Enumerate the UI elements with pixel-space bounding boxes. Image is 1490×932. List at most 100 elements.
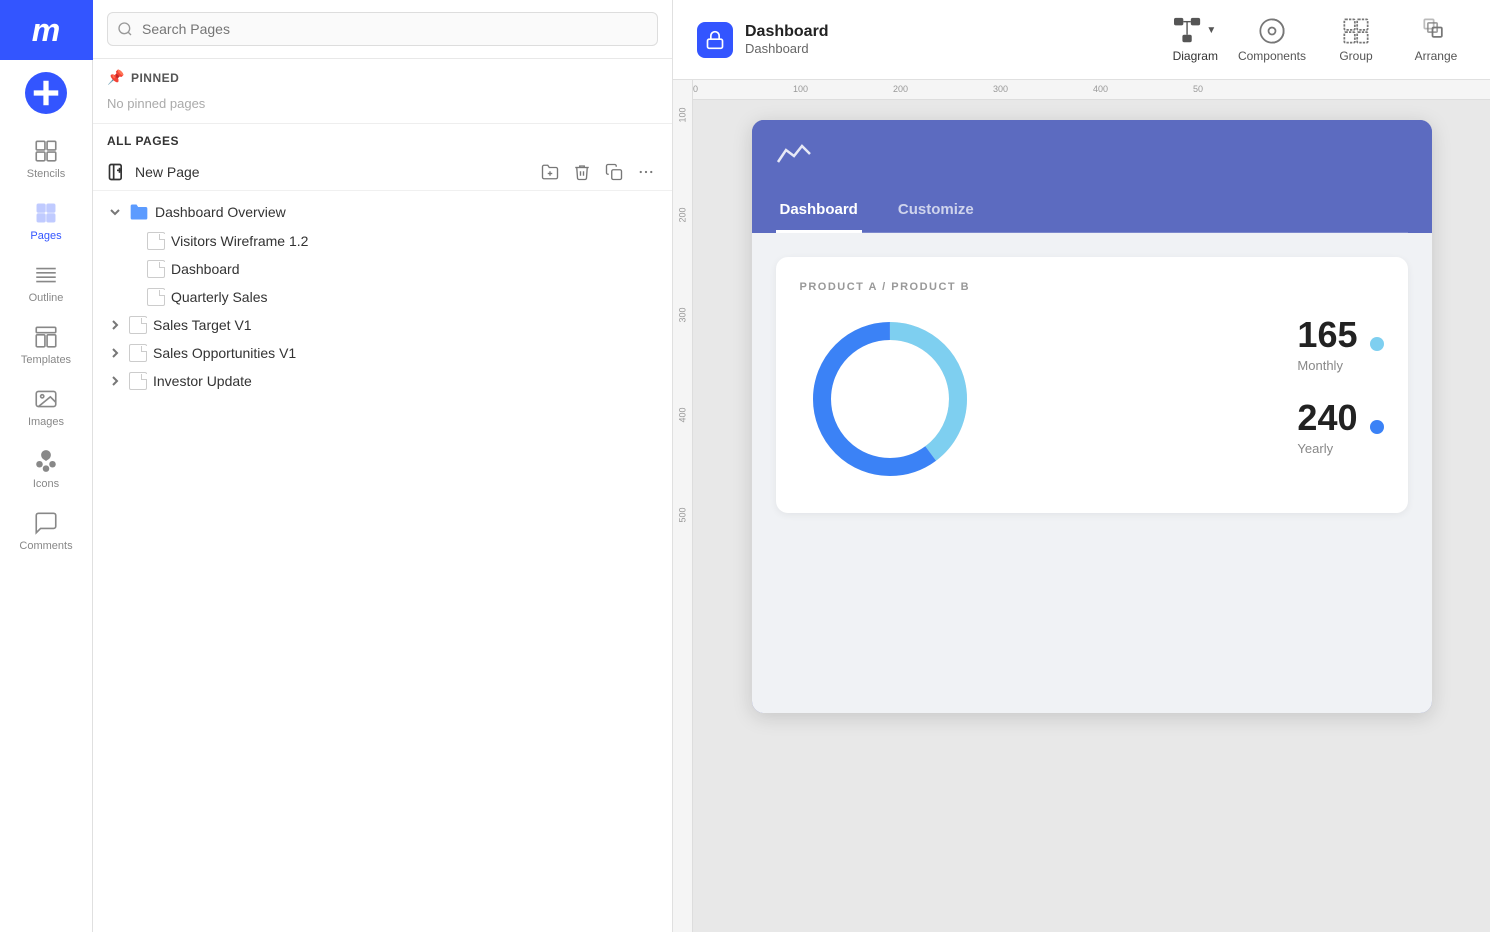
pages-icon xyxy=(33,200,59,226)
more-icon xyxy=(637,163,655,181)
pinned-label: PINNED xyxy=(131,71,179,85)
tree-item-quarterly-sales[interactable]: Quarterly Sales xyxy=(133,283,672,311)
product-card: PRODUCT A / PRODUCT B xyxy=(776,257,1408,513)
folder-icon xyxy=(129,202,149,222)
sidebar-item-stencils-label: Stencils xyxy=(27,168,66,180)
page-title: Dashboard xyxy=(745,23,829,41)
add-button[interactable] xyxy=(25,72,67,114)
ruler-tick-400: 400 xyxy=(1093,84,1108,94)
group-icon xyxy=(1342,17,1370,45)
toolbar-components[interactable]: Components xyxy=(1238,17,1306,63)
delete-button[interactable] xyxy=(570,160,594,184)
toolbar-diagram[interactable]: ▼ Diagram xyxy=(1173,17,1218,63)
ruler-tick-300: 300 xyxy=(993,84,1008,94)
stat-dot-monthly xyxy=(1370,337,1384,351)
add-folder-button[interactable] xyxy=(538,160,562,184)
stat-yearly-value: 240 xyxy=(1297,397,1357,439)
toolbar-components-label: Components xyxy=(1238,49,1306,63)
sidebar-item-pages[interactable]: Pages xyxy=(0,188,92,250)
comments-icon xyxy=(33,510,59,536)
sidebar-item-icons-label: Icons xyxy=(33,478,59,490)
sidebar-item-templates-label: Templates xyxy=(21,354,71,366)
ruler-tick-0: 0 xyxy=(693,84,698,94)
ruler-tick-vert-500: 500 xyxy=(678,507,688,522)
chevron-down-icon xyxy=(107,204,123,220)
icons-icon xyxy=(33,448,59,474)
title-stack: Dashboard Dashboard xyxy=(745,23,829,56)
sidebar-item-images[interactable]: Images xyxy=(0,374,92,436)
stat-dot-yearly xyxy=(1370,420,1384,434)
diagram-icon-row: ▼ xyxy=(1174,17,1216,45)
new-page-actions xyxy=(538,160,658,184)
sidebar-item-outline-label: Outline xyxy=(29,292,64,304)
canvas-inner: Dashboard Customize PRODUCT A / PRODUCT … xyxy=(693,100,1490,932)
no-pinned-text: No pinned pages xyxy=(107,92,658,117)
sidebar-item-comments[interactable]: Comments xyxy=(0,498,92,560)
page-icon xyxy=(129,372,147,390)
sidebar-item-icons[interactable]: Icons xyxy=(0,436,92,498)
icon-bar: m Stencils Pages Outline xyxy=(0,0,93,932)
tree-item-label: Investor Update xyxy=(153,373,252,389)
search-area xyxy=(93,0,672,59)
sidebar-item-stencils[interactable]: Stencils xyxy=(0,126,92,188)
ruler-tick-vert-400: 400 xyxy=(678,407,688,422)
chevron-right-icon xyxy=(107,345,123,361)
dropdown-arrow: ▼ xyxy=(1206,25,1216,36)
chevron-right-icon xyxy=(107,373,123,389)
canvas-area: 0 100 200 300 400 50 100 200 300 400 500 xyxy=(673,80,1490,932)
product-card-inner: PRODUCT A / PRODUCT B xyxy=(800,281,1274,489)
tree-item-dashboard-overview[interactable]: Dashboard Overview xyxy=(93,197,672,227)
tab-customize[interactable]: Customize xyxy=(894,191,978,233)
main-area: Dashboard Dashboard ▼ Diagram xyxy=(673,0,1490,932)
sidebar-item-templates[interactable]: Templates xyxy=(0,312,92,374)
pinned-header: 📌 PINNED xyxy=(107,69,658,86)
pin-icon: 📌 xyxy=(107,69,125,86)
sidebar-item-pages-label: Pages xyxy=(30,230,61,242)
tree-item-label: Dashboard xyxy=(171,261,240,277)
stencils-icon xyxy=(33,138,59,164)
plus-icon xyxy=(25,72,67,114)
tree-item-sales-opps[interactable]: Sales Opportunities V1 xyxy=(93,339,672,367)
stat-monthly: 165 Monthly xyxy=(1297,314,1383,373)
page-icon xyxy=(129,344,147,362)
tree-item-visitors-wireframe[interactable]: Visitors Wireframe 1.2 xyxy=(133,227,672,255)
tree-item-label: Quarterly Sales xyxy=(171,289,267,305)
toolbar-group[interactable]: Group xyxy=(1326,17,1386,63)
diagram-flow-icon xyxy=(1174,17,1202,45)
sidebar-item-outline[interactable]: Outline xyxy=(0,250,92,312)
wave-icon xyxy=(776,140,1408,175)
donut-svg xyxy=(800,309,980,489)
tree-item-investor-update[interactable]: Investor Update xyxy=(93,367,672,395)
tree-item-label: Sales Opportunities V1 xyxy=(153,345,296,361)
search-input[interactable] xyxy=(107,12,658,46)
copy-icon xyxy=(605,163,623,181)
search-icon xyxy=(117,21,133,37)
ruler-tick-vert-300: 300 xyxy=(678,307,688,322)
ruler-tick-200: 200 xyxy=(893,84,908,94)
new-page-label: New Page xyxy=(135,164,200,180)
page-icon xyxy=(129,316,147,334)
sidebar-item-images-label: Images xyxy=(28,416,64,428)
toolbar-arrange[interactable]: Arrange xyxy=(1406,17,1466,63)
stats-right: 165 Monthly 240 Yearly xyxy=(1297,314,1383,456)
app-logo[interactable]: m xyxy=(0,0,93,60)
lock-icon-wrap xyxy=(697,22,733,58)
components-icon xyxy=(1258,17,1286,45)
stat-monthly-label: Monthly xyxy=(1297,358,1357,373)
page-tree: Dashboard Overview Visitors Wireframe 1.… xyxy=(93,191,672,932)
images-icon xyxy=(33,386,59,412)
tree-item-dashboard[interactable]: Dashboard xyxy=(133,255,672,283)
ruler-tick-vert-100: 100 xyxy=(678,107,688,122)
logo-letter: m xyxy=(32,12,60,49)
tree-item-label: Sales Target V1 xyxy=(153,317,252,333)
copy-button[interactable] xyxy=(602,160,626,184)
tree-item-sales-target[interactable]: Sales Target V1 xyxy=(93,311,672,339)
dashboard-body: PRODUCT A / PRODUCT B xyxy=(752,233,1432,713)
tab-dashboard[interactable]: Dashboard xyxy=(776,191,862,233)
pages-panel: 📌 PINNED No pinned pages ALL PAGES New P… xyxy=(93,0,673,932)
more-button[interactable] xyxy=(634,160,658,184)
new-page-button[interactable]: New Page xyxy=(107,162,200,182)
ruler-tick-100: 100 xyxy=(793,84,808,94)
sidebar-item-comments-label: Comments xyxy=(19,540,72,552)
stat-yearly-label: Yearly xyxy=(1297,441,1357,456)
